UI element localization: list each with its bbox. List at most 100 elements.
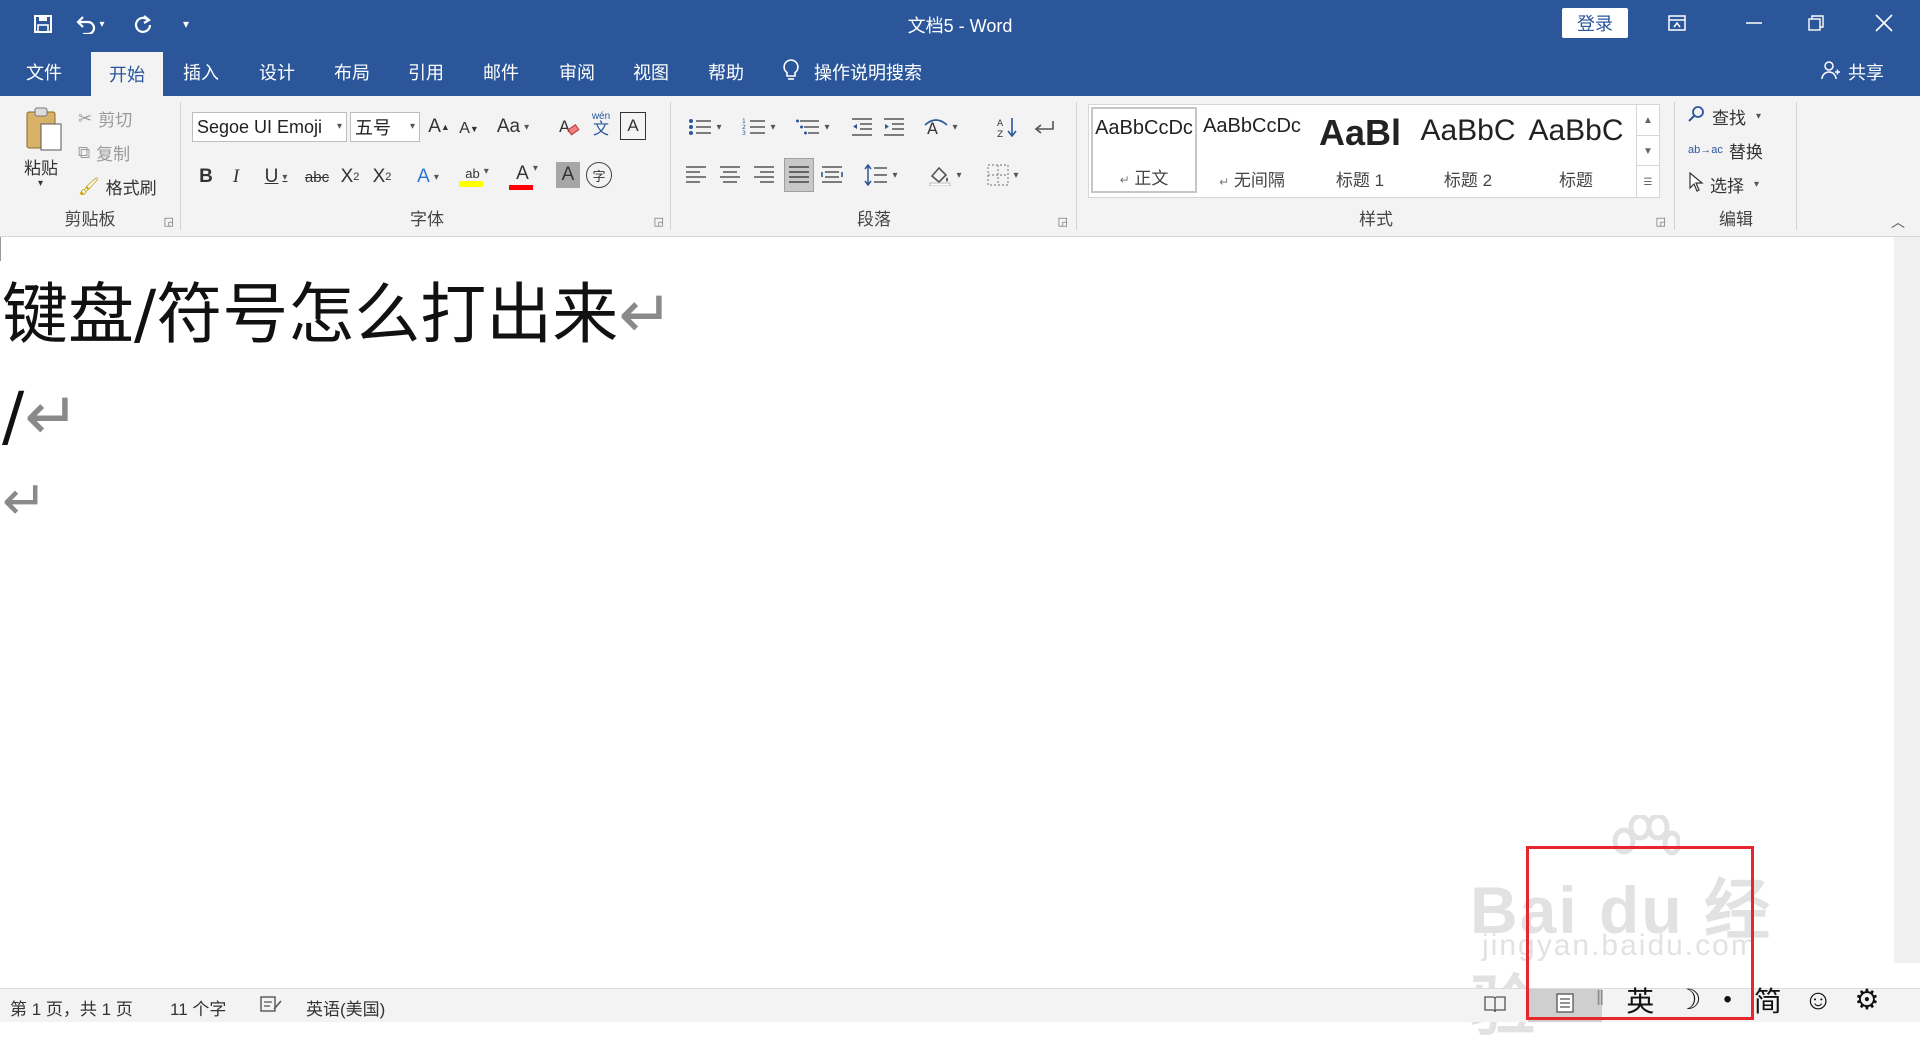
word-count[interactable]: 11 个字 [170, 995, 226, 1020]
subscript-icon[interactable]: X2 [336, 162, 364, 192]
svg-text:3: 3 [742, 130, 746, 137]
line-spacing-icon[interactable]: ▾ [858, 160, 904, 190]
multilevel-list-icon[interactable]: ▾ [790, 112, 836, 142]
highlight-color-icon[interactable]: ab ▾ [452, 158, 502, 194]
minimize-icon[interactable] [1724, 0, 1784, 46]
simplified-chinese-toggle[interactable]: 简 [1754, 980, 1782, 1020]
sort-icon[interactable]: AZ [994, 112, 1022, 142]
style-no-spacing[interactable]: AaBbCcDc ↵ 无间隔 [1199, 107, 1305, 193]
replace-button[interactable]: ab→ac 替换 [1688, 138, 1763, 163]
align-left-icon[interactable] [682, 160, 710, 190]
tab-references[interactable]: 引用 [408, 48, 444, 96]
paragraph-group: ▾ 1 2 3 ▾ ▾ A ▾ AZ ▾ ▾ ▾ 段落 ◲ [674, 96, 1074, 236]
ribbon-tabs: 文件 开始 插入 设计 布局 引用 邮件 审阅 视图 帮助 操作说明搜索 共享 [0, 48, 1920, 96]
font-size-select[interactable]: 五号 ▾ [350, 112, 420, 142]
style-title[interactable]: AaBbC 标题 [1521, 107, 1631, 193]
justify-icon[interactable] [784, 158, 814, 192]
italic-icon[interactable]: I [224, 162, 248, 192]
paste-button[interactable]: 粘贴 [24, 154, 58, 179]
styles-launcher-icon[interactable]: ◲ [1656, 215, 1666, 228]
gallery-more-icon[interactable]: ☰ [1636, 165, 1659, 198]
tab-file[interactable]: 文件 [26, 48, 62, 96]
bullets-icon[interactable]: ▾ [682, 112, 728, 142]
show-formatting-marks-icon[interactable] [1030, 112, 1058, 142]
phonetic-guide-icon[interactable]: wén 文 [588, 108, 614, 142]
chinese-layout-icon[interactable]: A ▾ [918, 112, 964, 142]
redo-icon[interactable] [128, 8, 158, 40]
font-launcher-icon[interactable]: ◲ [654, 215, 664, 228]
font-color-icon[interactable]: A ▾ [506, 158, 548, 194]
copy-icon: ⧉ [78, 142, 91, 162]
gallery-scroll-up-icon[interactable]: ▲ [1636, 105, 1659, 135]
clipboard-launcher-icon[interactable]: ◲ [164, 215, 174, 228]
underline-icon[interactable]: U ▾ [254, 162, 298, 192]
gallery-scroll-down-icon[interactable]: ▼ [1636, 135, 1659, 166]
cut-button[interactable]: ✂ 剪切 [78, 106, 132, 131]
tab-home[interactable]: 开始 [91, 52, 163, 96]
paste-icon[interactable] [18, 104, 68, 154]
undo-icon[interactable]: ▾ [70, 8, 110, 40]
save-icon[interactable] [26, 8, 60, 40]
tab-layout[interactable]: 布局 [334, 48, 370, 96]
close-icon[interactable] [1854, 0, 1914, 46]
style-normal[interactable]: AaBbCcDc ↵ 正文 [1091, 107, 1197, 193]
collapse-ribbon-icon[interactable]: ︿ [1886, 212, 1910, 232]
style-heading-2[interactable]: AaBbC 标题 2 [1415, 107, 1521, 193]
proofing-icon[interactable] [260, 995, 282, 1018]
borders-icon[interactable]: ▾ [980, 160, 1026, 190]
page-count[interactable]: 第 1 页，共 1 页 [10, 995, 133, 1020]
tab-mailings[interactable]: 邮件 [483, 48, 519, 96]
read-mode-icon[interactable] [1484, 995, 1506, 1018]
copy-button[interactable]: ⧉ 复制 [78, 140, 130, 165]
align-center-icon[interactable] [716, 160, 744, 190]
font-name-select[interactable]: Segoe UI Emoji ▾ [192, 112, 347, 142]
decrease-indent-icon[interactable] [848, 112, 876, 142]
font-group: Segoe UI Emoji ▾ 五号 ▾ A ▲ A ▼ Aa ▾ A wén 文 A B… [184, 96, 670, 236]
format-painter-button[interactable]: 🖌 格式刷 [78, 174, 157, 199]
login-button[interactable]: 登录 [1562, 8, 1628, 38]
title-bar: ▾ ▾ 文档5 - Word 登录 [0, 0, 1920, 48]
style-heading-1[interactable]: AaBl 标题 1 [1307, 107, 1413, 193]
document-paragraph[interactable]: 键盘/符号怎么打出来↵ [2, 275, 674, 355]
ribbon-display-options-icon[interactable] [1647, 0, 1707, 46]
paste-dropdown-icon[interactable]: ▾ [38, 178, 43, 189]
vertical-scrollbar[interactable] [1894, 237, 1920, 963]
change-case-icon[interactable]: Aa ▾ [490, 112, 536, 142]
bold-icon[interactable]: B [194, 162, 218, 192]
customize-qat-icon[interactable]: ▾ [176, 8, 196, 40]
document-paragraph[interactable]: /↵ [2, 377, 80, 457]
tab-review[interactable]: 审阅 [559, 48, 595, 96]
shading-icon[interactable]: ▾ [922, 160, 968, 190]
character-shading-icon[interactable]: A [556, 162, 580, 188]
strikethrough-icon[interactable]: abc [302, 162, 332, 192]
paragraph-launcher-icon[interactable]: ◲ [1058, 215, 1068, 228]
text-effects-icon[interactable]: A ▾ [408, 162, 448, 192]
language-indicator[interactable]: 英语(美国) [306, 995, 385, 1020]
select-button[interactable]: 选择 ▾ [1688, 171, 1759, 197]
character-border-icon[interactable]: A [620, 112, 646, 140]
shrink-font-icon[interactable]: A ▼ [456, 114, 482, 144]
numbering-icon[interactable]: 1 2 3 ▾ [736, 112, 782, 142]
increase-indent-icon[interactable] [880, 112, 908, 142]
find-button[interactable]: 查找 ▾ [1688, 104, 1761, 129]
share-button[interactable]: 共享 [1820, 48, 1884, 96]
tell-me-search[interactable]: 操作说明搜索 [782, 48, 922, 96]
svg-text:A: A [559, 117, 570, 136]
tab-help[interactable]: 帮助 [708, 48, 744, 96]
separator [1674, 102, 1675, 230]
restore-icon[interactable] [1786, 0, 1846, 46]
svg-text:A: A [997, 119, 1004, 129]
clear-formatting-icon[interactable]: A [556, 112, 582, 142]
grow-font-icon[interactable]: A ▲ [426, 112, 452, 142]
tab-view[interactable]: 视图 [633, 48, 669, 96]
superscript-icon[interactable]: X2 [368, 162, 396, 192]
distributed-icon[interactable] [818, 160, 846, 190]
smiley-icon[interactable]: ☺ [1804, 984, 1833, 1016]
document-paragraph[interactable]: ↵ [2, 469, 47, 533]
tab-insert[interactable]: 插入 [183, 48, 219, 96]
tab-design[interactable]: 设计 [259, 48, 295, 96]
align-right-icon[interactable] [750, 160, 778, 190]
settings-gear-icon[interactable]: ⚙ [1854, 983, 1879, 1016]
enclose-characters-icon[interactable]: 字 [586, 162, 612, 188]
replace-icon: ab→ac [1688, 144, 1723, 156]
